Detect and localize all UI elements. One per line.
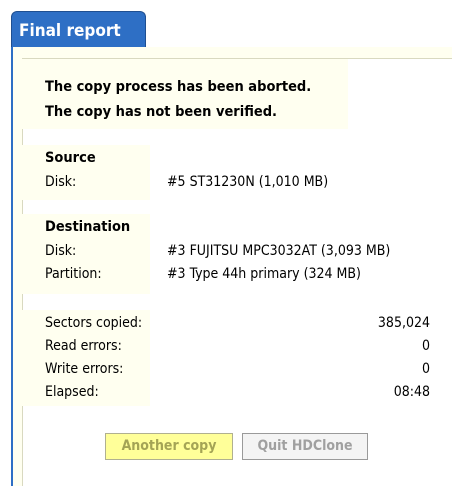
stat-elapsed-label: Elapsed:	[45, 384, 99, 400]
destination-partition-label: Partition:	[45, 266, 102, 282]
stat-elapsed-value: 08:48	[393, 384, 430, 400]
source-disk-value: #5 ST31230N (1,010 MB)	[167, 174, 329, 190]
destination-partition-value: #3 Type 44h primary (324 MB)	[167, 266, 361, 282]
tab-title: Final report	[19, 21, 121, 41]
verify-message: The copy has not been verified.	[45, 104, 278, 120]
stat-write-errors-label: Write errors:	[45, 361, 124, 377]
another-copy-button[interactable]: Another copy	[105, 433, 233, 460]
destination-disk-label: Disk:	[45, 243, 77, 259]
destination-heading: Destination	[45, 219, 131, 235]
source-heading: Source	[45, 150, 96, 166]
tab-final-report[interactable]: Final report	[11, 11, 146, 49]
abort-message: The copy process has been aborted.	[45, 79, 312, 95]
stat-write-errors-value: 0	[421, 361, 430, 377]
source-disk-label: Disk:	[45, 174, 77, 190]
stat-sectors-copied-label: Sectors copied:	[45, 315, 143, 331]
stat-read-errors-label: Read errors:	[45, 338, 122, 354]
destination-disk-value: #3 FUJITSU MPC3032AT (3,093 MB)	[167, 243, 391, 259]
quit-hdclone-button[interactable]: Quit HDClone	[242, 433, 368, 460]
stat-read-errors-value: 0	[421, 338, 430, 354]
stat-sectors-copied-value: 385,024	[377, 315, 430, 331]
